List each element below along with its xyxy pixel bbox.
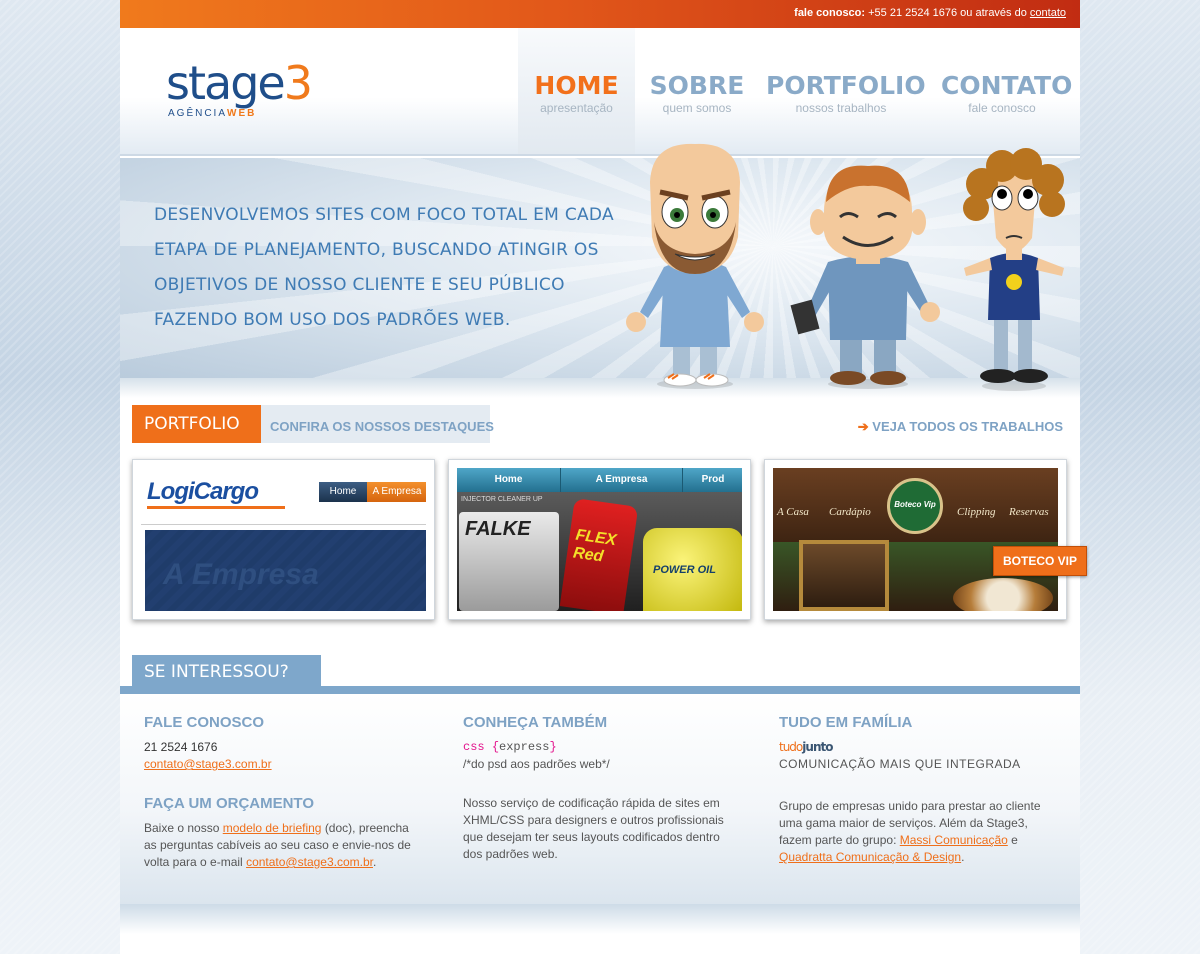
family-column: TUDO EM FAMÍLIA tudojunto COMUNICAÇÃO MA…: [779, 714, 1041, 866]
portfolio-thumb-falke[interactable]: Home A Empresa Prod INJECTOR CLEANER UP …: [448, 459, 751, 620]
quadratta-link[interactable]: Quadratta Comunicação & Design: [779, 850, 961, 864]
flex-bottle-text: FLEX Red: [572, 526, 618, 566]
cartoon-smiling-man: [790, 165, 940, 389]
contact-column: FALE CONOSCO 21 2524 1676 contato@stage3…: [144, 714, 424, 871]
logicargo-banner-text: A Empresa: [163, 558, 319, 591]
falke-nav-empresa: A Empresa: [561, 468, 683, 492]
top-contact-prefix: fale conosco:: [794, 7, 866, 19]
nav-home-label: HOME: [534, 71, 619, 100]
logo-number: 3: [283, 56, 313, 110]
family-text-c: .: [961, 850, 965, 864]
nav-portfolio[interactable]: PORTFOLIO nossos trabalhos: [766, 28, 926, 154]
top-contact-link[interactable]: contato: [1030, 7, 1066, 19]
boteco-plate: [953, 578, 1053, 611]
nav-home[interactable]: HOME apresentação: [518, 28, 635, 154]
falke-nav-home: Home: [457, 468, 561, 492]
boteco-menu-clipping: Clipping: [957, 506, 996, 518]
logo-sub-web: WEB: [227, 108, 257, 119]
footer-fade: [120, 904, 1080, 934]
nav-contato-sub: fale conosco: [968, 101, 1036, 115]
boteco-menu-cardapio: Cardápio: [829, 506, 871, 518]
falke-brand-text: FALKE: [465, 518, 531, 540]
logicargo-divider: [141, 524, 426, 525]
portfolio-thumb-logicargo[interactable]: LogiCargo Home A Empresa A Empresa: [132, 459, 435, 620]
nav-contato[interactable]: CONTATO fale conosco: [941, 28, 1073, 154]
page: fale conosco: +55 21 2524 1676 ou atravé…: [120, 0, 1088, 954]
boteco-badge: Boteco Vip: [887, 478, 943, 534]
also-column: CONHEÇA TAMBÉM css {express} /*do psd ao…: [463, 714, 733, 863]
thumb-image: Home A Empresa Prod INJECTOR CLEANER UP …: [457, 468, 742, 611]
falke-can: FALKE: [459, 512, 559, 611]
tudojunto-logo-b: junto: [802, 740, 833, 754]
cartoon-curly-hair-man: [963, 148, 1065, 391]
family-text: Grupo de empresas unido para prestar ao …: [779, 798, 1041, 866]
nav-sobre-sub: quem somos: [662, 101, 732, 115]
see-all-label: VEJA TODOS OS TRABALHOS: [872, 419, 1063, 434]
quote-text-a: Baixe o nosso: [144, 821, 220, 835]
power-oil-text: POWER OIL: [653, 564, 716, 576]
nav-portfolio-label: PORTFOLIO: [766, 71, 926, 100]
top-bar: fale conosco: +55 21 2524 1676 ou atravé…: [120, 0, 1080, 28]
header: stage3 AGÊNCIAWEB HOME apresentação SOBR…: [120, 28, 1080, 156]
interest-heading: SE INTERESSOU?: [132, 655, 321, 688]
boteco-vip-label[interactable]: BOTECO VIP: [993, 546, 1088, 576]
quote-email-link[interactable]: contato@stage3.com.br: [246, 855, 373, 869]
thumb-image: LogiCargo Home A Empresa A Empresa: [141, 468, 426, 611]
quote-text: Baixe o nosso modelo de briefing (doc), …: [144, 820, 424, 871]
express-logo-text: express: [499, 740, 550, 754]
logicargo-underline: [147, 506, 285, 509]
boteco-frame: [799, 540, 889, 611]
logicargo-banner: A Empresa: [145, 530, 426, 611]
nav-sobre-label: SOBRE: [649, 71, 745, 100]
interest-bar: [120, 686, 1080, 694]
site-logo[interactable]: stage3 AGÊNCIAWEB: [166, 60, 313, 119]
contact-title: FALE CONOSCO: [144, 714, 265, 731]
nav-portfolio-sub: nossos trabalhos: [795, 101, 887, 115]
boteco-menu-reservas: Reservas: [1009, 506, 1049, 518]
portfolio-tag: PORTFOLIO: [132, 405, 261, 443]
family-title: TUDO EM FAMÍLIA: [779, 714, 913, 731]
boteco-menu-casa: A Casa: [777, 506, 809, 518]
nav-home-sub: apresentação: [540, 101, 613, 115]
logo-word: stage: [166, 56, 286, 110]
falke-top-text: INJECTOR CLEANER UP: [461, 496, 543, 503]
css-express-tagline: /*do psd aos padrões web*/: [463, 757, 610, 771]
arrow-right-icon: ➔: [857, 419, 869, 434]
thumb-image: A Casa Cardápio Clipping Reservas Boteco…: [773, 468, 1058, 611]
falke-nav-prod: Prod: [701, 474, 725, 485]
cartoon-bearded-man: [626, 143, 764, 389]
top-contact: fale conosco: +55 21 2524 1676 ou atravé…: [794, 7, 1066, 19]
logo-sub-agencia: AGÊNCIA: [168, 108, 228, 119]
css-express-logo[interactable]: css {express}: [463, 739, 733, 756]
logicargo-nav-home: Home: [319, 482, 367, 502]
contact-email-link[interactable]: contato@stage3.com.br: [144, 757, 272, 771]
tudojunto-logo-a: tudo: [779, 740, 803, 754]
briefing-link[interactable]: modelo de briefing: [223, 821, 322, 835]
also-title: CONHEÇA TAMBÉM: [463, 714, 608, 731]
portfolio-thumb-boteco[interactable]: A Casa Cardápio Clipping Reservas Boteco…: [764, 459, 1067, 620]
css-logo-text: css: [463, 740, 485, 754]
boteco-badge-text: Boteco Vip: [894, 500, 936, 509]
top-contact-phone: +55 21 2524 1676 ou através do: [868, 7, 1027, 19]
family-text-b: e: [1011, 833, 1018, 847]
logicargo-logo: LogiCargo: [147, 478, 259, 505]
hero-slogan: Desenvolvemos sites com foco total em ca…: [154, 205, 614, 330]
tudojunto-logo[interactable]: tudojunto: [779, 739, 1041, 756]
portfolio-subtitle: CONFIRA OS NOSSOS DESTAQUES: [261, 405, 494, 443]
logicargo-nav-empresa: A Empresa: [367, 482, 426, 502]
power-oil-bottle: POWER OIL: [643, 528, 742, 611]
also-text: Nosso serviço de codificação rápida de s…: [463, 796, 724, 861]
contact-phone: 21 2524 1676: [144, 740, 218, 754]
nav-sobre[interactable]: SOBRE quem somos: [647, 28, 747, 154]
see-all-link[interactable]: ➔ VEJA TODOS OS TRABALHOS: [858, 419, 1063, 435]
massi-link[interactable]: Massi Comunicação: [900, 833, 1008, 847]
tudojunto-tagline: COMUNICAÇÃO MAIS QUE INTEGRADA: [779, 757, 1021, 771]
quote-text-c: .: [372, 855, 377, 869]
nav-contato-label: CONTATO: [941, 71, 1073, 100]
quote-title: FAÇA UM ORÇAMENTO: [144, 795, 314, 812]
